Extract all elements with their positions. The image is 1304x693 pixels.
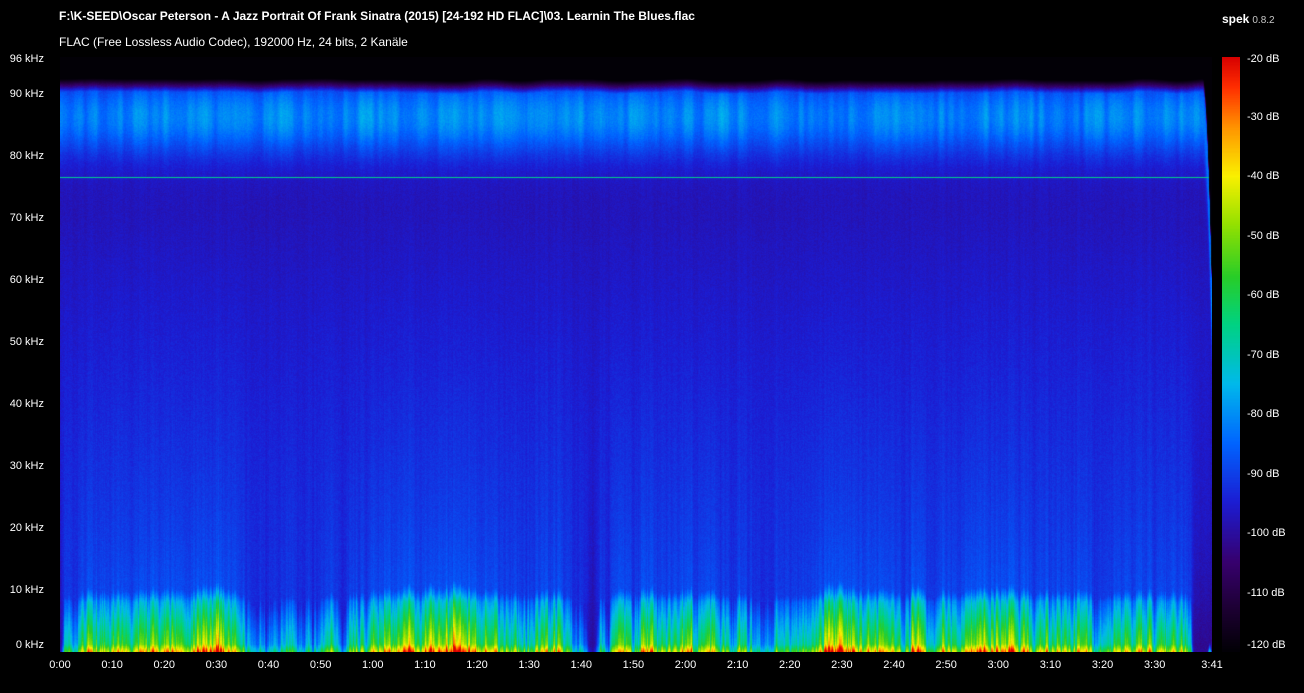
freq-tick-label: 0 kHz (0, 639, 44, 651)
db-tick-label: -100 dB (1247, 527, 1286, 539)
time-tick-label: 0:50 (298, 659, 344, 671)
freq-tick-label: 10 kHz (0, 584, 44, 596)
freq-tick-label: 70 kHz (0, 212, 44, 224)
time-tick-label: 3:20 (1080, 659, 1126, 671)
time-tick-label: 1:00 (350, 659, 396, 671)
db-tick-label: -70 dB (1247, 349, 1279, 361)
time-tick-label: 2:40 (871, 659, 917, 671)
db-tick-label: -20 dB (1247, 53, 1279, 65)
app-name: spek (1222, 12, 1249, 26)
time-tick-label: 3:10 (1027, 659, 1073, 671)
db-tick-label: -60 dB (1247, 289, 1279, 301)
time-tick-label: 1:40 (558, 659, 604, 671)
freq-tick-label: 40 kHz (0, 398, 44, 410)
freq-tick-label: 50 kHz (0, 336, 44, 348)
time-tick-label: 0:20 (141, 659, 187, 671)
freq-tick-label: 60 kHz (0, 274, 44, 286)
spectrogram (60, 57, 1212, 652)
db-tick-label: -120 dB (1247, 639, 1286, 651)
time-tick-label: 3:30 (1132, 659, 1178, 671)
time-tick-label: 3:00 (975, 659, 1021, 671)
time-tick-label: 1:30 (506, 659, 552, 671)
db-tick-label: -110 dB (1247, 587, 1285, 599)
db-legend-gradient (1222, 57, 1240, 652)
format-info: FLAC (Free Lossless Audio Codec), 192000… (59, 35, 408, 49)
time-tick-label: 1:50 (610, 659, 656, 671)
db-tick-label: -80 dB (1247, 408, 1279, 420)
spek-window: { "header": { "file_path": "F:\\K-SEED\\… (0, 0, 1304, 693)
db-tick-label: -30 dB (1247, 111, 1279, 123)
app-brand: spek0.8.2 (1222, 10, 1275, 28)
time-tick-label: 2:10 (715, 659, 761, 671)
time-tick-label: 2:20 (767, 659, 813, 671)
db-tick-label: -40 dB (1247, 170, 1279, 182)
file-path: F:\K-SEED\Oscar Peterson - A Jazz Portra… (59, 9, 695, 23)
db-tick-label: -50 dB (1247, 230, 1279, 242)
time-tick-label: 3:41 (1189, 659, 1235, 671)
time-tick-label: 1:20 (454, 659, 500, 671)
time-tick-label: 0:10 (89, 659, 135, 671)
db-tick-label: -90 dB (1247, 468, 1279, 480)
freq-tick-label: 30 kHz (0, 460, 44, 472)
time-tick-label: 0:00 (37, 659, 83, 671)
freq-tick-label: 80 kHz (0, 150, 44, 162)
app-version: 0.8.2 (1252, 15, 1274, 26)
time-tick-label: 0:40 (246, 659, 292, 671)
freq-tick-label: 90 kHz (0, 88, 44, 100)
freq-tick-label: 96 kHz (0, 53, 44, 65)
time-tick-label: 0:30 (193, 659, 239, 671)
time-tick-label: 2:30 (819, 659, 865, 671)
time-tick-label: 1:10 (402, 659, 448, 671)
freq-tick-label: 20 kHz (0, 522, 44, 534)
time-tick-label: 2:00 (663, 659, 709, 671)
time-tick-label: 2:50 (923, 659, 969, 671)
